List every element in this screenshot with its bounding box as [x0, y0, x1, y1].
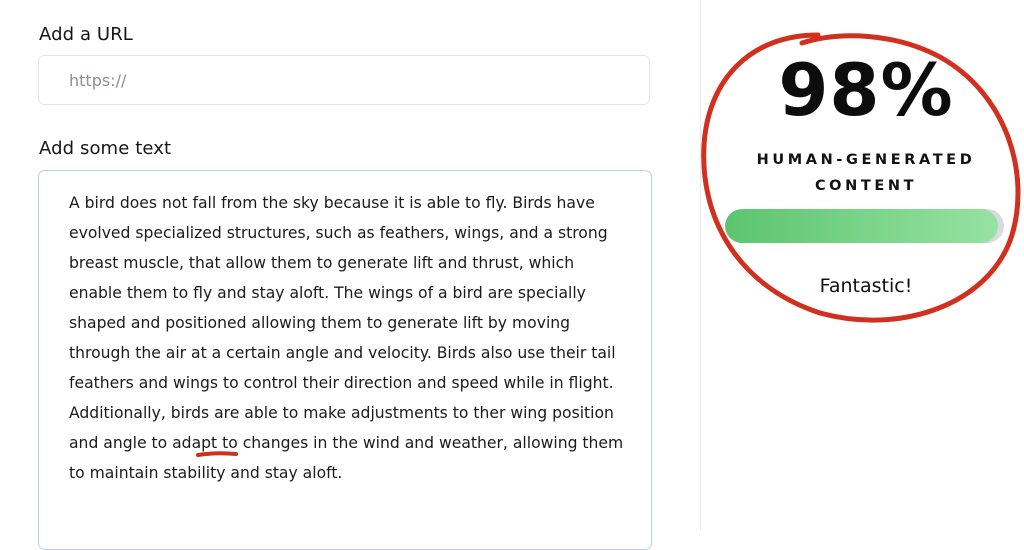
text-input-content[interactable]: A bird does not fall from the sky becaus…: [69, 188, 631, 488]
score-progress-fill: [725, 209, 999, 243]
url-label: Add a URL: [39, 24, 133, 45]
score-value: 98%: [778, 48, 954, 132]
result-panel: 98% HUMAN-GENERATED CONTENT Fantastic!: [701, 0, 1024, 530]
typo-underline-annotation: [196, 451, 238, 457]
score-progress-bar: [725, 209, 1004, 243]
score-label-text: HUMAN-GENERATED CONTENT: [756, 152, 976, 194]
score-label: HUMAN-GENERATED CONTENT: [701, 147, 1024, 199]
text-input[interactable]: A bird does not fall from the sky becaus…: [38, 170, 652, 550]
verdict-text: Fantastic!: [819, 275, 913, 297]
url-input[interactable]: [38, 55, 650, 105]
text-label: Add some text: [39, 138, 172, 159]
input-panel: Add a URL Add some text A bird does not …: [0, 0, 700, 550]
